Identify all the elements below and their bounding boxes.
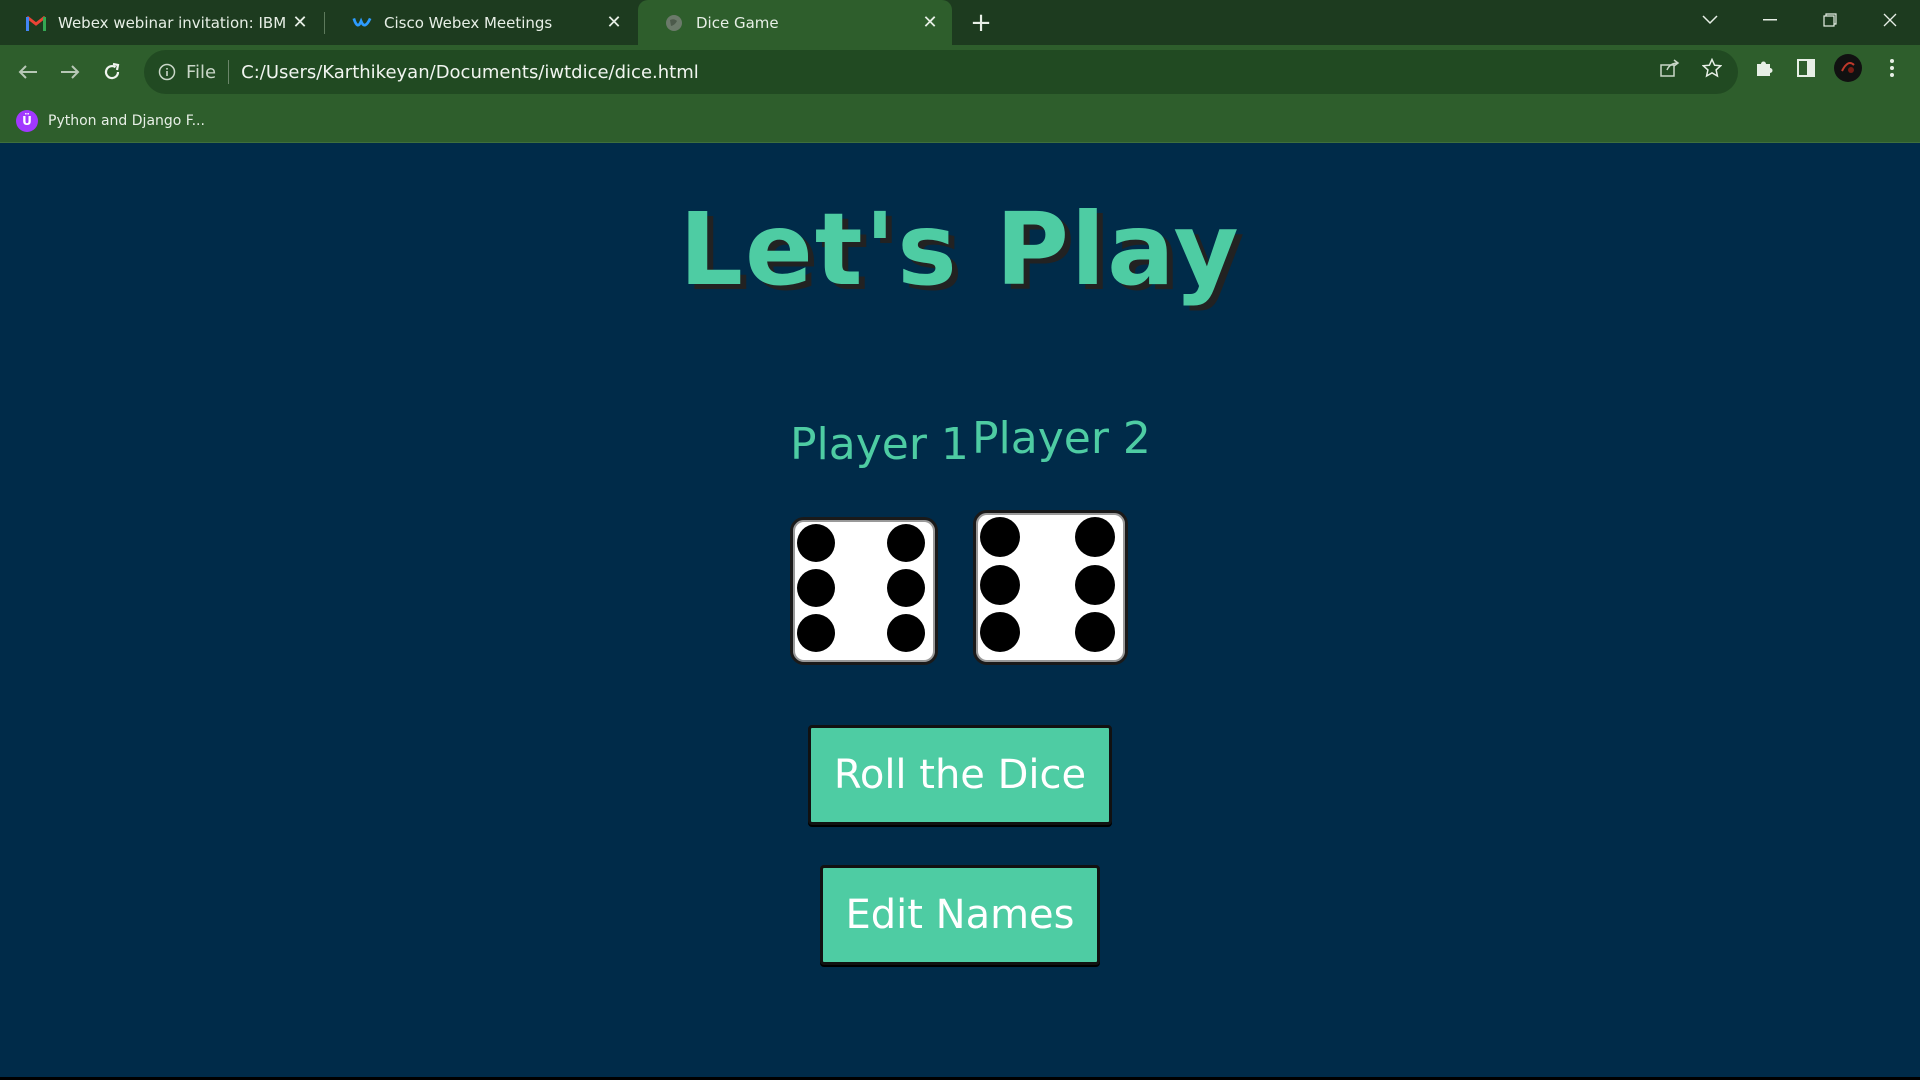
tab-gmail[interactable]: Webex webinar invitation: IBM Naan ✕ [0,0,322,45]
extensions-icon[interactable] [1746,50,1782,86]
die-pip [796,523,835,562]
tab-title: Cisco Webex Meetings [384,13,553,32]
tab-title: Dice Game [696,13,779,32]
bookmark-label: Python and Django F... [48,113,205,129]
die-pip [1075,612,1116,653]
die-pip [1075,564,1116,605]
url-text[interactable]: C:/Users/Karthikeyan/Documents/iwtdice/d… [241,62,699,83]
player-1-name: Player 1 [790,419,969,470]
roll-dice-button[interactable]: Roll the Dice [808,725,1112,825]
die-pip [1075,516,1116,557]
player-2-die [973,510,1128,665]
tab-webex[interactable]: Cisco Webex Meetings ✕ [326,0,636,45]
menu-kebab-icon[interactable] [1874,50,1910,86]
close-icon[interactable]: ✕ [288,11,312,35]
close-icon[interactable]: ✕ [602,11,626,35]
edit-names-button[interactable]: Edit Names [820,865,1100,965]
tab-divider [324,12,325,34]
die-pip [887,569,926,607]
side-panel-icon[interactable] [1788,50,1824,86]
gmail-icon [26,13,46,33]
die-pip [979,564,1020,605]
profile-avatar-icon[interactable] [1830,50,1866,86]
divider [228,60,230,84]
new-tab-button[interactable]: + [966,8,996,38]
page-content: Let's Play Player 1 Player 2 Roll the Di… [0,143,1920,1077]
die-pip [796,614,835,653]
die-pip [979,612,1020,653]
reload-icon[interactable] [94,54,130,90]
forward-icon[interactable] [52,54,88,90]
webex-icon [352,13,372,33]
bookmark-star-icon[interactable] [1694,50,1730,86]
scheme-label: File [186,61,217,83]
bookmark-item[interactable]: Ü Python and Django F... [16,107,205,135]
bookmarks-bar: Ü Python and Django F... [0,99,1920,143]
globe-icon [664,13,684,33]
udemy-icon: Ü [16,110,38,132]
tab-search-chevron-icon[interactable] [1680,0,1740,40]
page-title: Let's Play [679,191,1241,308]
close-icon[interactable]: ✕ [918,11,942,35]
browser-toolbar: File C:/Users/Karthikeyan/Documents/iwtd… [0,45,1920,99]
address-bar[interactable]: File C:/Users/Karthikeyan/Documents/iwtd… [144,50,1738,94]
die-pip [887,614,926,653]
minimize-icon[interactable] [1740,0,1800,40]
back-icon[interactable] [10,54,46,90]
player-2-name: Player 2 [972,413,1151,464]
tab-title: Webex webinar invitation: IBM Naan [58,13,288,32]
restore-icon[interactable] [1800,0,1860,40]
browser-tab-strip: Webex webinar invitation: IBM Naan ✕ Cis… [0,0,1920,45]
die-pip [887,523,926,562]
close-window-icon[interactable] [1860,0,1920,40]
player-1-die [790,517,938,665]
die-pip [796,569,835,607]
info-icon[interactable] [156,61,178,83]
share-icon[interactable] [1652,50,1688,86]
die-pip [979,516,1020,557]
tab-dice-game[interactable]: Dice Game ✕ [638,0,952,45]
